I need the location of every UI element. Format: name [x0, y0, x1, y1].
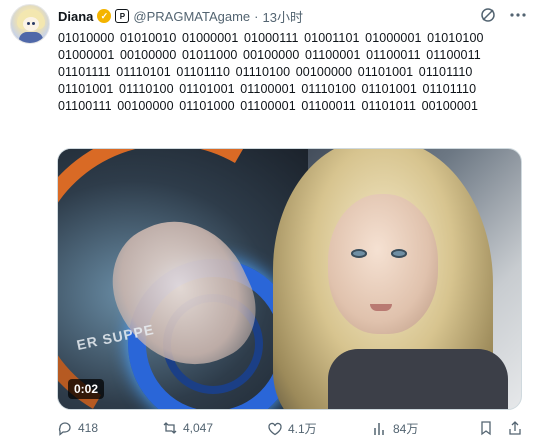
verified-badge-icon[interactable]: ✓	[97, 9, 112, 23]
display-name[interactable]: Diana	[58, 9, 93, 24]
avatar-face	[23, 17, 39, 31]
avatar[interactable]	[10, 4, 50, 44]
tweet-actions: 418 4,047 4.1万 84万	[57, 420, 529, 440]
tweet: Diana ✓ P @PRAGMATAgame · 13小时 01010000 …	[0, 0, 538, 448]
more-icon[interactable]	[508, 7, 528, 23]
reply-count: 418	[78, 421, 99, 435]
repost-button[interactable]: 4,047	[162, 420, 213, 436]
avatar-eye	[32, 22, 35, 25]
repost-icon	[163, 422, 177, 434]
like-icon	[268, 422, 282, 435]
video-girl-jacket	[328, 349, 508, 409]
video-duration-badge: 0:02	[68, 379, 105, 399]
tweet-header: Diana ✓ P @PRAGMATAgame · 13小时	[58, 7, 303, 25]
like-button[interactable]: 4.1万	[267, 420, 317, 437]
reply-icon	[58, 422, 71, 436]
reply-button[interactable]: 418	[57, 420, 98, 436]
bookmark-icon	[481, 421, 491, 436]
video-girl-face	[328, 194, 438, 334]
bookmark-button[interactable]	[478, 420, 494, 436]
video-girl-mouth	[370, 304, 392, 311]
share-button[interactable]	[507, 420, 523, 436]
video-player[interactable]: ER SUPPE 0:02	[57, 148, 522, 410]
timestamp[interactable]: 13小时	[263, 7, 303, 26]
tweet-text: 01010000 01010010 01000001 01000111 0100…	[58, 31, 484, 113]
separator-dot: ·	[254, 8, 259, 24]
view-count: 84万	[393, 422, 419, 436]
video-girl-eye	[351, 249, 367, 258]
share-icon	[509, 421, 521, 435]
grok-icon[interactable]	[480, 7, 496, 23]
avatar-eye	[27, 22, 30, 25]
like-count: 4.1万	[288, 422, 317, 436]
pragmata-badge-icon[interactable]: P	[115, 9, 130, 23]
video-girl-eye	[391, 249, 407, 258]
views-icon	[374, 422, 384, 435]
user-handle[interactable]: @PRAGMATAgame	[133, 9, 250, 24]
repost-count: 4,047	[183, 421, 214, 435]
views-button[interactable]: 84万	[372, 420, 418, 437]
avatar-body	[19, 32, 43, 43]
